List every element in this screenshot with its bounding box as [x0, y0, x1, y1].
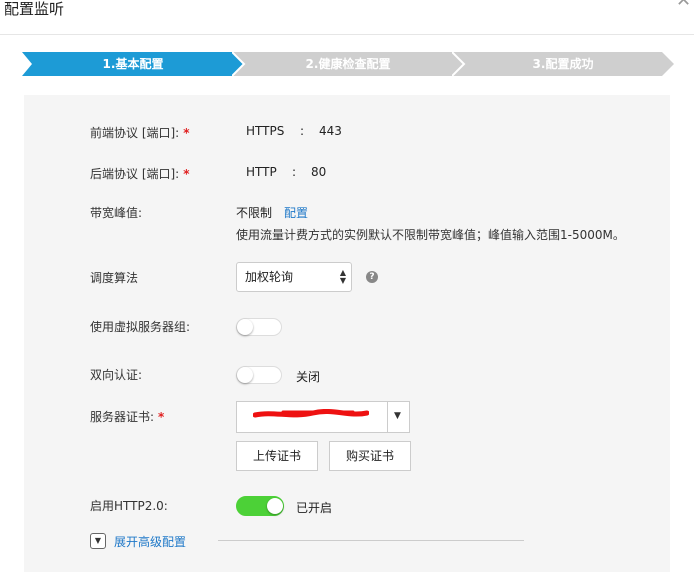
required-mark: * — [183, 167, 190, 181]
mutual-auth-status: 关闭 — [296, 370, 321, 384]
http2-status: 已开启 — [296, 501, 333, 515]
scheduling-selected: 加权轮询 — [245, 270, 294, 284]
server-cert-select[interactable]: ▼ — [236, 401, 410, 433]
backend-protocol-value: HTTP — [246, 165, 277, 179]
close-icon[interactable]: ✕ — [676, 0, 691, 10]
toggle-knob — [237, 319, 253, 335]
toggle-knob — [267, 498, 283, 514]
stepper: 1.基本配置 2.健康检查配置 3.配置成功 — [22, 52, 674, 76]
mutual-auth-label: 双向认证: — [90, 368, 143, 382]
step-success[interactable]: 3.配置成功 — [452, 52, 674, 76]
frontend-separator: : — [300, 124, 305, 138]
bandwidth-hint: 使用流量计费方式的实例默认不限制带宽峰值；峰值输入范围1-5000M。 — [236, 228, 625, 242]
toggle-knob — [237, 367, 253, 383]
step-basic-config[interactable]: 1.基本配置 — [22, 52, 244, 76]
bandwidth-label: 带宽峰值: — [90, 206, 143, 220]
frontend-port-value: 443 — [319, 124, 342, 138]
scheduling-label: 调度算法 — [90, 271, 139, 285]
chevron-down-icon[interactable]: ▼ — [394, 411, 401, 421]
bandwidth-config-link[interactable]: 配置 — [284, 204, 308, 221]
scheduling-select[interactable]: 加权轮询 ▲ ▼ — [236, 262, 352, 292]
header-divider — [0, 34, 694, 35]
required-mark: * — [183, 126, 190, 140]
expand-advanced-icon[interactable]: ▼ — [90, 533, 106, 549]
step-success-label: 3.配置成功 — [532, 57, 594, 71]
frontend-protocol-value: HTTPS — [246, 124, 285, 138]
mutual-auth-toggle[interactable] — [236, 366, 282, 384]
dialog-title: 配置监听 — [4, 0, 65, 18]
server-cert-label: 服务器证书: * — [90, 410, 165, 424]
backend-separator: : — [292, 165, 297, 179]
frontend-protocol-label: 前端协议 [端口]: * — [90, 126, 190, 140]
vserver-group-toggle[interactable] — [236, 318, 282, 336]
select-arrows-icon: ▲ ▼ — [339, 268, 346, 285]
question-icon[interactable]: ? — [366, 271, 378, 283]
advanced-divider — [218, 540, 524, 541]
required-mark: * — [158, 410, 165, 424]
http2-label: 启用HTTP2.0: — [90, 499, 168, 513]
upload-cert-button[interactable]: 上传证书 — [236, 441, 318, 471]
step-basic-label: 1.基本配置 — [102, 57, 164, 71]
bandwidth-value: 不限制 — [236, 206, 273, 220]
select-divider — [387, 402, 388, 432]
vserver-group-label: 使用虚拟服务器组: — [90, 320, 191, 334]
http2-toggle[interactable] — [236, 496, 284, 516]
backend-port-value: 80 — [311, 165, 327, 179]
step-health-label: 2.健康检查配置 — [305, 57, 391, 71]
step-health-check[interactable]: 2.健康检查配置 — [232, 52, 464, 76]
redaction-scribble — [253, 409, 369, 418]
backend-protocol-label: 后端协议 [端口]: * — [90, 167, 190, 181]
buy-cert-button[interactable]: 购买证书 — [329, 441, 411, 471]
expand-advanced-link[interactable]: 展开高级配置 — [114, 533, 186, 550]
